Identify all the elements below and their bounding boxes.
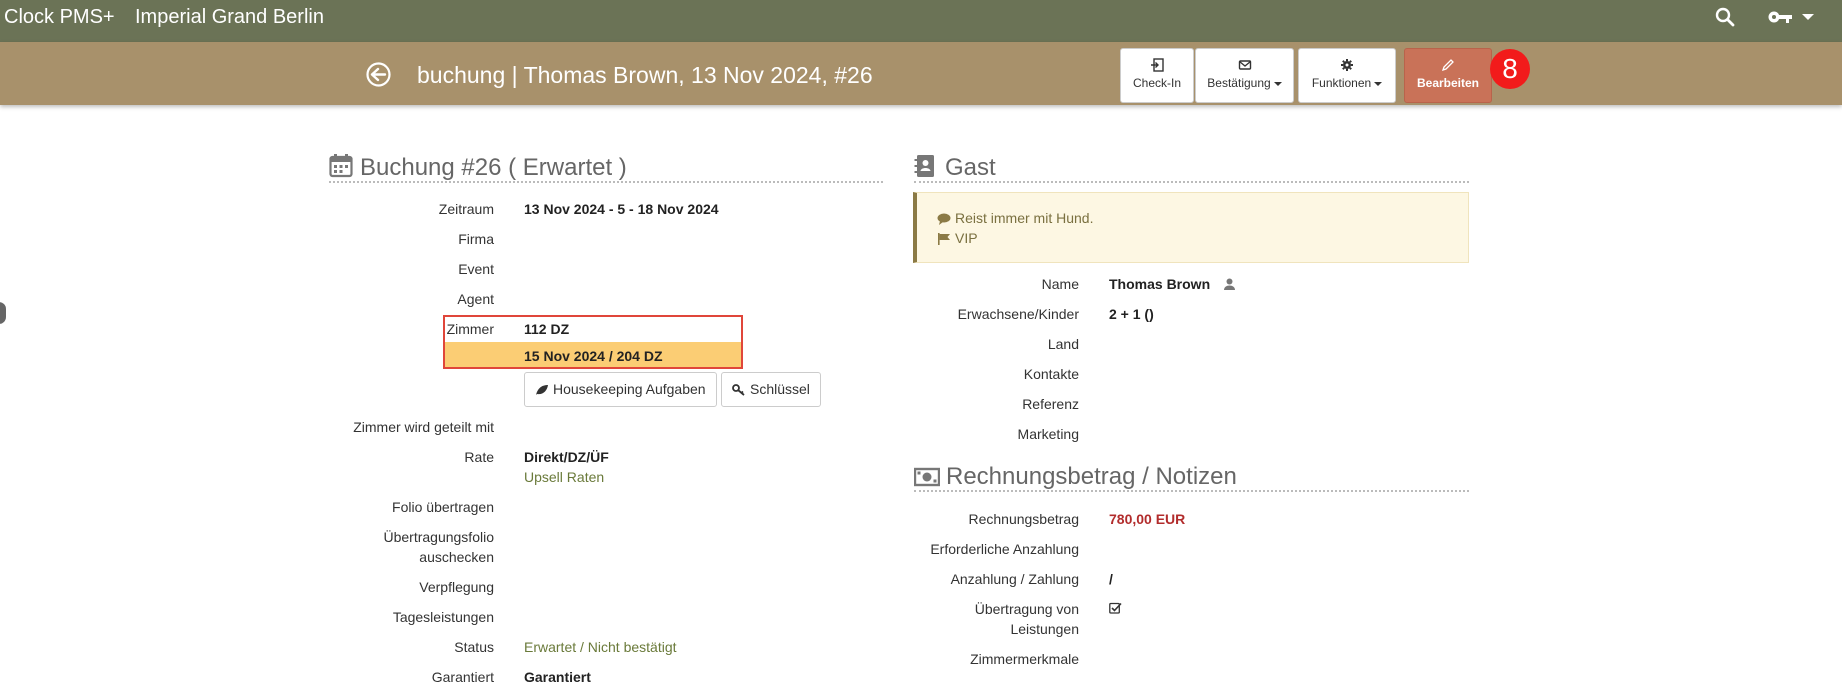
label-room-features: Zimmermerkmale: [970, 651, 1079, 667]
label-firma: Firma: [458, 231, 494, 247]
step-badge: 8: [1490, 49, 1530, 89]
chevron-down-icon: [1273, 81, 1282, 86]
value-guest-name[interactable]: Thomas Brown: [1109, 276, 1210, 292]
sidebar-toggle-handle[interactable]: [0, 302, 6, 324]
label-agent: Agent: [457, 291, 494, 307]
label-marketing: Marketing: [1017, 426, 1079, 442]
edit-button[interactable]: Bearbeiten: [1404, 48, 1492, 103]
value-status: Erwartet / Nicht bestätigt: [524, 639, 677, 655]
value-zeitraum: 13 Nov 2024 - 5 - 18 Nov 2024: [524, 201, 719, 217]
user-icon[interactable]: [1224, 278, 1235, 290]
search-icon[interactable]: [1713, 5, 1737, 29]
value-adults-children: 2 + 1 (): [1109, 306, 1154, 322]
booking-section-title: Buchung #26 ( Erwartet ): [360, 154, 627, 181]
billing-section-title: Rechnungsbetrag / Notizen: [946, 463, 1237, 490]
guest-note-text: Reist immer mit Hund.: [955, 210, 1094, 226]
label-folio-transfer: Folio übertragen: [392, 499, 494, 515]
label-required-deposit: Erforderliche Anzahlung: [930, 541, 1079, 557]
label-invoice-amount: Rechnungsbetrag: [968, 511, 1079, 527]
label-rate: Rate: [464, 449, 494, 465]
label-reference: Referenz: [1022, 396, 1079, 412]
money-bill-icon: [914, 467, 940, 487]
label-shared-room: Zimmer wird geteilt mit: [353, 419, 494, 435]
label-country: Land: [1047, 336, 1079, 352]
guest-section-title: Gast: [945, 154, 996, 181]
note-line: Reist immer mit Hund.: [937, 210, 1093, 226]
page-header: buchung | Thomas Brown, 13 Nov 2024, #26…: [0, 42, 1842, 105]
confirmation-label: Bestätigung: [1207, 76, 1271, 90]
comment-icon: [937, 213, 951, 225]
housekeeping-tasks-button[interactable]: Housekeeping Aufgaben: [524, 372, 717, 407]
checkin-button[interactable]: Check-In: [1120, 48, 1194, 103]
check-square-icon: [1109, 602, 1122, 614]
confirmation-dropdown[interactable]: Bestätigung: [1195, 48, 1294, 103]
label-status: Status: [454, 639, 494, 655]
chevron-down-icon[interactable]: [1802, 14, 1814, 20]
keys-button[interactable]: Schlüssel: [721, 372, 821, 407]
label-zimmer: Zimmer: [446, 321, 494, 337]
label-contacts: Kontakte: [1023, 366, 1079, 382]
value-rate: Direkt/DZ/ÜF: [524, 449, 609, 465]
section-divider: [914, 490, 1469, 492]
label-deposit-payment: Anzahlung / Zahlung: [950, 571, 1079, 587]
value-invoice-amount: 780,00 EUR: [1109, 511, 1186, 527]
calendar-icon: [329, 154, 353, 178]
app-brand[interactable]: Clock PMS+: [4, 6, 115, 29]
gear-icon: [1341, 59, 1353, 71]
label-event: Event: [458, 261, 494, 277]
label-daily-services: Tagesleistungen: [392, 609, 494, 625]
value-zimmer-move: 15 Nov 2024 / 204 DZ: [524, 348, 663, 364]
back-arrow-icon[interactable]: [366, 62, 391, 87]
flag-icon: [938, 233, 950, 245]
leaf-icon: [536, 385, 548, 395]
checkin-label: Check-In: [1132, 76, 1182, 90]
label-adults-children: Erwachsene/Kinder: [957, 306, 1079, 322]
section-divider: [914, 181, 1469, 183]
label-transfer-folio-2: auschecken: [419, 549, 494, 565]
upsell-rates-link[interactable]: Upsell Raten: [524, 469, 604, 485]
label-transfer-services-2: Leistungen: [1010, 621, 1079, 637]
top-navbar: Clock PMS+ Imperial Grand Berlin: [0, 0, 1842, 42]
label-transfer-folio: Übertragungsfolio: [383, 529, 494, 545]
key-icon[interactable]: [1767, 6, 1793, 28]
label-meals: Verpflegung: [419, 579, 494, 595]
guest-notes-box: Reist immer mit Hund. VIP: [913, 192, 1469, 263]
value-deposit-payment: /: [1109, 571, 1113, 587]
sign-in-icon: [1151, 58, 1164, 72]
note-line: VIP: [937, 230, 978, 246]
section-divider: [329, 181, 883, 183]
label-transfer-services: Übertragung von: [974, 601, 1079, 617]
edit-label: Bearbeiten: [1416, 76, 1480, 90]
label-zeitraum: Zeitraum: [438, 201, 494, 217]
pencil-icon: [1441, 59, 1454, 72]
hotel-name[interactable]: Imperial Grand Berlin: [135, 6, 324, 29]
functions-dropdown[interactable]: Funktionen: [1298, 48, 1396, 103]
page-title: buchung | Thomas Brown, 13 Nov 2024, #26: [417, 62, 873, 88]
keys-label: Schlüssel: [750, 381, 810, 397]
functions-label: Funktionen: [1311, 76, 1372, 90]
value-zimmer: 112 DZ: [524, 321, 570, 337]
envelope-icon: [1238, 60, 1251, 70]
chevron-down-icon: [1374, 81, 1383, 86]
guest-vip-text: VIP: [955, 230, 978, 246]
housekeeping-label: Housekeeping Aufgaben: [553, 381, 706, 397]
key-icon: [732, 384, 745, 396]
address-book-icon: [914, 155, 934, 177]
label-name: Name: [1041, 276, 1079, 292]
